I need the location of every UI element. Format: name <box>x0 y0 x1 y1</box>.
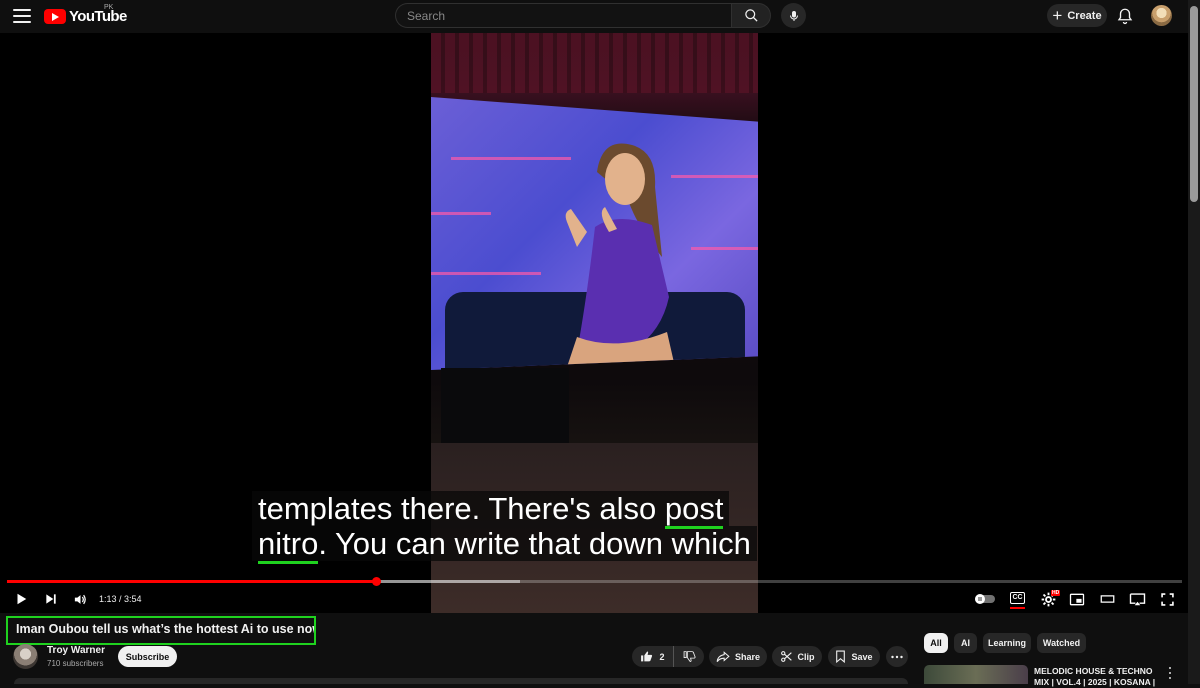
miniplayer-button[interactable] <box>1067 589 1087 609</box>
share-button[interactable]: Share <box>709 646 767 667</box>
search-icon <box>744 9 758 22</box>
fullscreen-icon <box>1160 592 1174 606</box>
like-dislike-group: 2 <box>632 646 704 667</box>
caption-highlight: nitro <box>258 526 319 564</box>
video-title: Iman Oubou tell us what’s the hottest Ai… <box>6 616 316 645</box>
volume-icon <box>74 594 86 604</box>
like-button[interactable]: 2 <box>632 646 674 667</box>
progress-bar[interactable] <box>7 577 1182 586</box>
voice-search-button[interactable] <box>781 3 806 28</box>
fullscreen-button[interactable] <box>1157 589 1177 609</box>
captions: templates there. There's also post nitro… <box>252 491 757 564</box>
masthead: YouTube PK + Create <box>0 0 1188 33</box>
chip-ai[interactable]: AI <box>954 633 977 653</box>
account-avatar[interactable] <box>1151 5 1172 26</box>
plus-icon: + <box>1052 6 1063 25</box>
scissors-icon <box>780 651 792 662</box>
save-label: Save <box>851 651 873 662</box>
notifications-bell-icon[interactable] <box>1116 7 1134 25</box>
menu-icon[interactable] <box>10 5 34 27</box>
chip-all[interactable]: All <box>924 633 948 653</box>
cast-icon <box>1129 593 1145 606</box>
country-code: PK <box>104 4 114 11</box>
logo-text: YouTube <box>69 8 127 25</box>
recommendation-more-icon[interactable] <box>1165 666 1175 680</box>
scrollbar-thumb[interactable] <box>1190 6 1198 202</box>
play-button[interactable] <box>11 589 31 609</box>
description-box[interactable] <box>14 678 908 684</box>
cast-button[interactable] <box>1127 589 1147 609</box>
time-display: 1:13 / 3:54 <box>99 594 142 604</box>
save-button[interactable]: Save <box>828 646 880 667</box>
caption-line-2: nitro. You can write that down which <box>252 526 757 564</box>
search-input[interactable] <box>395 3 731 28</box>
subscribe-button[interactable]: Subscribe <box>118 646 177 667</box>
autoplay-toggle-icon <box>975 594 995 604</box>
search-button[interactable] <box>731 3 771 28</box>
stage-screen <box>431 97 758 370</box>
channel-name[interactable]: Troy Warner <box>47 645 105 656</box>
microphone-icon <box>789 10 798 21</box>
share-label: Share <box>734 651 760 662</box>
share-icon <box>716 650 730 662</box>
autoplay-toggle[interactable] <box>974 589 996 609</box>
thumbs-up-icon <box>641 651 653 662</box>
chip-learning[interactable]: Learning <box>983 633 1031 653</box>
bookmark-icon <box>836 650 846 663</box>
create-label: Create <box>1067 9 1102 22</box>
subscriber-count: 710 subscribers <box>47 659 104 668</box>
stage-lights <box>431 33 758 93</box>
clip-button[interactable]: Clip <box>772 646 822 667</box>
captions-button[interactable]: CC <box>1010 592 1025 604</box>
progress-played <box>7 580 376 583</box>
more-actions-button[interactable] <box>886 646 908 667</box>
speaker-figure <box>565 143 675 367</box>
theater-mode-button[interactable] <box>1097 589 1117 609</box>
page-scrollbar[interactable] <box>1188 0 1200 684</box>
like-count: 2 <box>659 651 665 662</box>
theater-mode-icon <box>1100 595 1114 603</box>
video-player[interactable]: templates there. There's also post nitro… <box>0 33 1188 613</box>
more-horizontal-icon <box>891 655 903 658</box>
progress-scrubber[interactable] <box>371 577 381 586</box>
player-controls: 1:13 / 3:54 CC HD <box>0 586 1188 612</box>
thumbs-down-icon <box>683 651 696 662</box>
skip-next-icon <box>46 594 56 604</box>
youtube-play-icon <box>44 9 66 24</box>
miniplayer-icon <box>1069 593 1085 605</box>
caption-highlight: post <box>664 491 724 529</box>
next-button[interactable] <box>41 589 61 609</box>
recommendation-thumbnail[interactable] <box>924 665 1028 684</box>
recommendation-title[interactable]: MELODIC HOUSE & TECHNO MIX | VOL.4 | 202… <box>1034 666 1158 688</box>
chip-watched[interactable]: Watched <box>1037 633 1086 653</box>
youtube-logo[interactable]: YouTube <box>44 8 127 25</box>
clip-label: Clip <box>797 651 815 662</box>
caption-line-1: templates there. There's also post <box>252 491 730 529</box>
captions-active-indicator <box>1010 607 1025 609</box>
create-button[interactable]: + Create <box>1047 4 1107 27</box>
play-icon <box>17 593 27 605</box>
volume-button[interactable] <box>70 589 90 609</box>
hd-badge: HD <box>1051 590 1061 596</box>
channel-avatar[interactable] <box>13 644 38 669</box>
dislike-button[interactable] <box>675 646 704 667</box>
